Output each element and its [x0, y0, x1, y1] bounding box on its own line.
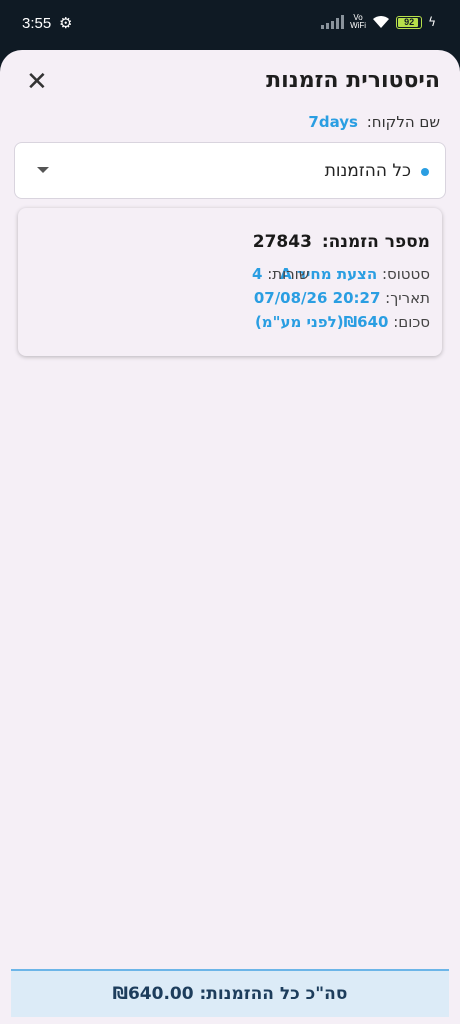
status-icons: Vo WiFi 92 ϟ — [321, 14, 436, 30]
order-card[interactable]: מספר הזמנה: 27843 סטטוס: הצעת מחיר A שור… — [18, 208, 442, 356]
chevron-down-icon — [37, 167, 49, 173]
signal-icon — [321, 15, 345, 29]
order-sum-label: סכום: — [393, 313, 430, 331]
orders-total: סה"כ כל ההזמנות: ₪640.00 — [112, 984, 348, 1004]
order-sum: סכום: ₪640(לפני מע"מ) — [255, 313, 430, 331]
vowifi-icon: Vo WiFi — [350, 14, 366, 30]
orders-filter-dropdown[interactable]: כל ההזמנות — [14, 142, 446, 199]
order-lines: שורות: 4 — [252, 265, 309, 283]
gear-icon: ⚙ — [59, 14, 73, 32]
order-date: תאריך: 07/08/26 20:27 — [254, 289, 430, 307]
customer-label: שם הלקוח: — [366, 113, 440, 131]
order-status-label: סטטוס: — [381, 265, 430, 283]
wifi-icon — [373, 15, 390, 28]
order-number-label: מספר הזמנה: — [321, 232, 430, 252]
page-title: היסטורית הזמנות — [266, 68, 440, 93]
orders-total-footer: סה"כ כל ההזמנות: ₪640.00 — [11, 969, 449, 1017]
sheet-header: היסטורית הזמנות ✕ — [0, 68, 460, 98]
battery-icon: 92 — [396, 15, 423, 29]
order-history-sheet: היסטורית הזמנות ✕ שם הלקוח: 7days כל ההז… — [0, 50, 460, 1024]
order-lines-value: 4 — [252, 265, 263, 283]
order-lines-label: שורות: — [267, 265, 310, 283]
battery-percent: 92 — [404, 17, 415, 27]
customer-name: שם הלקוח: 7days — [308, 113, 440, 131]
order-number: מספר הזמנה: 27843 — [253, 232, 430, 252]
status-time: 3:55 — [22, 15, 52, 32]
filter-selected-value: כל ההזמנות — [324, 161, 411, 181]
filter-dot-icon — [421, 168, 429, 176]
order-date-value: 07/08/26 20:27 — [253, 289, 381, 307]
vowifi-bottom: WiFi — [350, 21, 367, 30]
close-icon[interactable]: ✕ — [26, 68, 48, 96]
order-date-label: תאריך: — [385, 289, 430, 307]
customer-value: 7days — [308, 113, 358, 131]
order-sum-value: ₪640(לפני מע"מ) — [254, 313, 389, 331]
order-number-value: 27843 — [252, 232, 312, 252]
charging-icon: ϟ — [428, 15, 436, 29]
status-bar: 3:55 ⚙ Vo WiFi 92 ϟ — [0, 0, 460, 50]
